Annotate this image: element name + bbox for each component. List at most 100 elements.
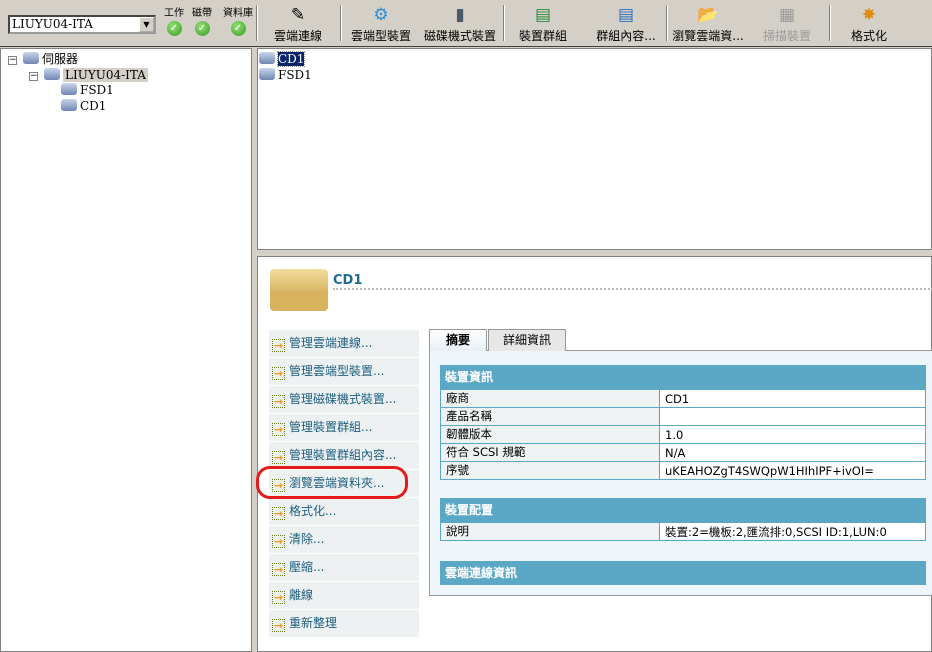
row-value: 1.0 — [659, 425, 926, 444]
arrow-icon: → — [272, 507, 285, 520]
action-refresh[interactable]: → 重新整理 — [269, 610, 419, 637]
format-button[interactable]: ✸ 格式化 — [840, 3, 898, 45]
server-select-value: LIUYU04-ITA — [12, 17, 93, 31]
scan-device-button[interactable]: ▦ 掃描裝置 — [756, 3, 818, 45]
button-label: 雲端型裝置 — [350, 29, 411, 43]
browse-cloud-button[interactable]: 📂 瀏覽雲端資... — [670, 3, 746, 45]
row-key: 序號 — [440, 461, 660, 480]
check-icon: ✓ — [166, 21, 182, 36]
servers-icon — [23, 52, 39, 64]
arrow-icon: → — [272, 619, 285, 632]
toolbar: LIUYU04-ITA ▼ 工作 ✓ 磁帶 ✓ 資料庫 ✓ ✎ 雲端連線 ⚙ 雲端型裝置 ▮… — [0, 0, 932, 47]
row-key: 產品名稱 — [440, 407, 660, 426]
cloud-device-button[interactable]: ⚙ 雲端型裝置 — [348, 3, 414, 45]
section-header-device-info: 裝置資訊 — [440, 365, 926, 389]
tree-node-cd1[interactable]: CD1 — [61, 99, 106, 114]
table-row: 韌體版本 1.0 — [440, 425, 926, 444]
separator — [829, 5, 831, 41]
collapse-icon[interactable]: − — [8, 56, 17, 65]
device-icon — [270, 269, 328, 311]
tree-node-fsd1[interactable]: FSD1 — [61, 83, 114, 98]
server-icon — [44, 68, 60, 80]
section-header-cloud-connection: 雲端連線資訊 — [440, 561, 926, 585]
disk-device-icon: ▮ — [455, 5, 465, 25]
tab-details[interactable]: 詳細資訊 — [488, 329, 566, 351]
action-manage-cloud-connection[interactable]: → 管理雲端連線... — [269, 330, 419, 357]
table-row: 序號 uKEAHOZgT4SWQpW1HIhIPF+ivOI= — [440, 461, 926, 480]
list-label: CD1 — [276, 51, 306, 67]
tree-label: LIUYU04-ITA — [63, 68, 148, 82]
action-erase[interactable]: → 清除... — [269, 526, 419, 553]
format-icon: ✸ — [861, 5, 877, 25]
server-select[interactable]: LIUYU04-ITA ▼ — [8, 15, 156, 34]
status-label: 磁帶 — [192, 8, 212, 19]
action-manage-disk-device[interactable]: → 管理磁碟機式裝置... — [269, 386, 419, 413]
summary-panel: 裝置資訊 廠商 CD1 產品名稱 韌體版本 1.0 符合 SCSI 規範 N/A 序號… — [429, 350, 932, 596]
row-value — [659, 407, 926, 426]
browse-cloud-icon: 📂 — [697, 5, 719, 25]
action-format[interactable]: → 格式化... — [269, 498, 419, 525]
status-label: 資料庫 — [223, 8, 253, 19]
scan-device-icon: ▦ — [778, 5, 796, 25]
list-item-fsd1[interactable]: FSD1 — [259, 68, 312, 83]
action-label: 管理雲端型裝置... — [289, 364, 385, 378]
row-key: 廠商 — [440, 389, 660, 408]
chevron-down-icon[interactable]: ▼ — [139, 17, 154, 32]
action-offline[interactable]: → 離線 — [269, 582, 419, 609]
tree-label: 伺服器 — [42, 52, 79, 66]
button-label: 雲端連線 — [273, 29, 322, 43]
action-manage-device-group[interactable]: → 管理裝置群組... — [269, 414, 419, 441]
tree-node-server[interactable]: − LIUYU04-ITA — [29, 68, 148, 83]
tab-summary[interactable]: 摘要 — [429, 329, 487, 351]
section-header-device-config: 裝置配置 — [440, 498, 926, 522]
action-label: 格式化... — [289, 504, 337, 518]
disk-device-button[interactable]: ▮ 磁碟機式裝置 — [420, 3, 500, 45]
divider — [333, 288, 932, 290]
action-label: 管理裝置群組內容... — [289, 448, 397, 462]
check-icon: ✓ — [194, 21, 210, 36]
action-label: 離線 — [289, 588, 314, 602]
action-label: 管理磁碟機式裝置... — [289, 392, 397, 406]
arrow-icon: → — [272, 423, 285, 436]
device-config-table: 說明 裝置:2=機板:2,匯流排:0,SCSI ID:1,LUN:0 — [440, 522, 926, 541]
disk-icon — [259, 68, 275, 80]
device-group-icon: ▤ — [534, 5, 552, 25]
cloud-disk-icon — [61, 99, 77, 111]
button-label: 群組內容... — [596, 29, 656, 43]
action-compress[interactable]: → 壓縮... — [269, 554, 419, 581]
row-value: uKEAHOZgT4SWQpW1HIhIPF+ivOI= — [659, 461, 926, 480]
table-row: 符合 SCSI 規範 N/A — [440, 443, 926, 462]
cloud-device-icon: ⚙ — [373, 5, 389, 25]
device-list: CD1 FSD1 — [257, 48, 932, 250]
table-row: 產品名稱 — [440, 407, 926, 426]
action-label: 重新整理 — [289, 616, 338, 630]
status-tape: 磁帶 ✓ — [182, 4, 222, 36]
group-content-button[interactable]: ▤ 群組內容... — [592, 3, 660, 45]
button-label: 裝置群組 — [518, 29, 567, 43]
action-manage-cloud-device[interactable]: → 管理雲端型裝置... — [269, 358, 419, 385]
table-row: 廠商 CD1 — [440, 389, 926, 408]
device-group-button[interactable]: ▤ 裝置群組 — [513, 3, 573, 45]
button-label: 磁碟機式裝置 — [423, 29, 496, 43]
arrow-icon: → — [272, 451, 285, 464]
action-label: 壓縮... — [289, 560, 325, 574]
arrow-icon: → — [272, 535, 285, 548]
row-key: 說明 — [440, 522, 660, 541]
list-item-cd1[interactable]: CD1 — [259, 51, 306, 67]
collapse-icon[interactable]: − — [29, 72, 38, 81]
cloud-disk-icon — [259, 52, 275, 64]
cloud-connect-icon: ✎ — [290, 5, 306, 25]
row-value: N/A — [659, 443, 926, 462]
button-label: 瀏覽雲端資... — [672, 29, 744, 43]
check-icon: ✓ — [230, 21, 246, 36]
tree-label: FSD1 — [80, 83, 114, 97]
action-manage-group-content[interactable]: → 管理裝置群組內容... — [269, 442, 419, 469]
cloud-connect-button[interactable]: ✎ 雲端連線 — [268, 3, 328, 45]
tree-node-servers[interactable]: − 伺服器 — [8, 52, 78, 67]
separator — [503, 5, 505, 41]
device-info-table: 廠商 CD1 產品名稱 韌體版本 1.0 符合 SCSI 規範 N/A 序號 uKEAH… — [440, 389, 926, 480]
action-label: 清除... — [289, 532, 325, 546]
row-value: 裝置:2=機板:2,匯流排:0,SCSI ID:1,LUN:0 — [659, 522, 926, 541]
status-database: 資料庫 ✓ — [218, 4, 258, 36]
row-value: CD1 — [659, 389, 926, 408]
